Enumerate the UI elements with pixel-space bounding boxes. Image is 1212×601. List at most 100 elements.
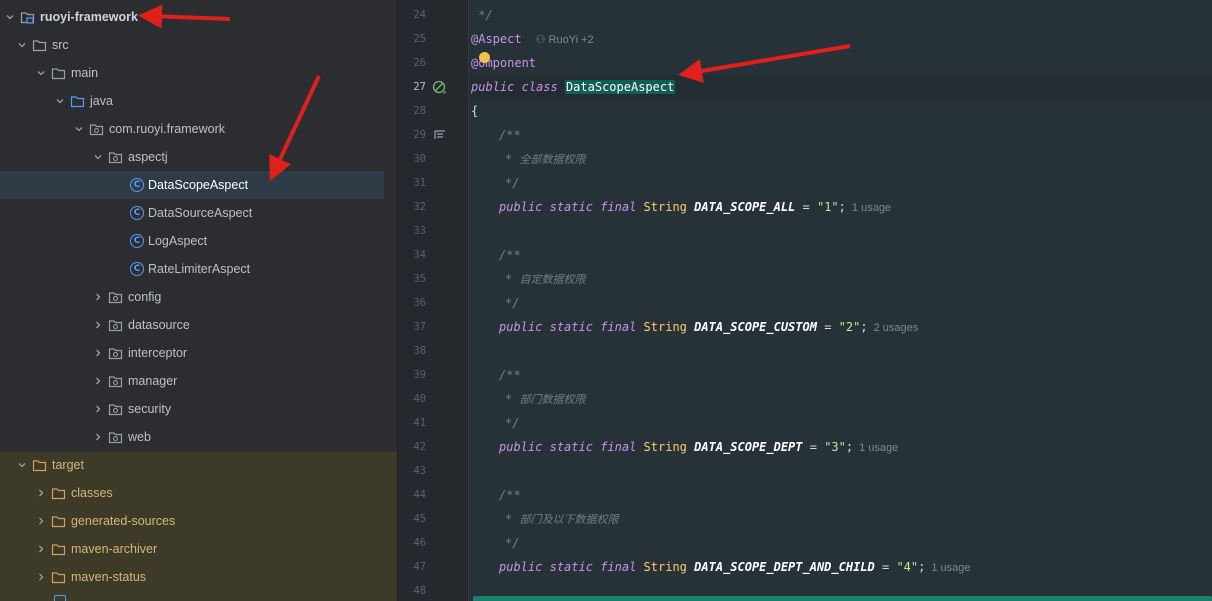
chevron-right-icon[interactable]	[92, 291, 104, 303]
class-icon: C	[130, 178, 144, 192]
package-icon	[108, 402, 123, 417]
code-line-47: public static final String DATA_SCOPE_DE…	[499, 555, 971, 579]
chevron-right-icon[interactable]	[35, 543, 47, 555]
code-line-45: * 部门及以下数据权限	[505, 507, 618, 531]
brace: {	[471, 104, 479, 118]
tree-node-maven-archiver[interactable]: maven-archiver	[0, 535, 397, 563]
line-number: 36	[413, 297, 426, 309]
code-line-46: */	[505, 531, 519, 555]
editor-gutter: 24 25 26 27 28 29 30 31 32 33 34 35 36 3…	[397, 0, 469, 601]
tree-node-web[interactable]: web	[0, 423, 397, 451]
line-number: 34	[413, 249, 426, 261]
folder-label: interceptor	[128, 346, 188, 360]
chevron-right-icon[interactable]	[92, 375, 104, 387]
tree-node-interceptor[interactable]: interceptor	[0, 339, 397, 367]
usage-hint[interactable]: 1 usage	[859, 442, 898, 454]
tree-node-target[interactable]: target	[0, 451, 397, 479]
chevron-right-icon[interactable]	[35, 571, 47, 583]
chevron-right-icon[interactable]	[92, 319, 104, 331]
tree-node-manager[interactable]: manager	[0, 367, 397, 395]
type: String	[643, 440, 687, 454]
chevron-down-icon[interactable]	[92, 151, 104, 163]
tree-node-src[interactable]: src	[0, 31, 397, 59]
usage-hint[interactable]: 2 usages	[874, 322, 919, 334]
package-icon	[108, 346, 123, 361]
type: String	[643, 200, 687, 214]
chevron-right-icon[interactable]	[92, 347, 104, 359]
author-hint[interactable]: ⚇ RuoYi +2	[536, 34, 594, 46]
tree-node-maven-status[interactable]: maven-status	[0, 563, 397, 591]
source-folder-icon	[70, 94, 85, 109]
chevron-right-icon[interactable]	[35, 487, 47, 499]
project-tree: ruoyi-framework src main java com.ruoyi.…	[0, 0, 397, 601]
keyword: final	[600, 320, 637, 334]
doc-comment-text: 部门及以下数据权限	[519, 513, 619, 526]
line-number: 37	[413, 321, 426, 333]
keyword: static	[549, 200, 593, 214]
tree-node-package[interactable]: com.ruoyi.framework	[0, 115, 397, 143]
code-line-31: */	[505, 171, 519, 195]
tree-node-main[interactable]: main	[0, 59, 397, 87]
chevron-down-icon[interactable]	[73, 123, 85, 135]
line-number: 47	[413, 561, 426, 573]
chevron-right-icon[interactable]	[92, 403, 104, 415]
chevron-right-icon[interactable]	[92, 431, 104, 443]
line-number: 30	[413, 153, 426, 165]
implement-gutter-icon[interactable]	[432, 80, 446, 94]
tree-node-datasource[interactable]: datasource	[0, 311, 397, 339]
line-number: 40	[413, 393, 426, 405]
src-label: src	[52, 38, 69, 52]
usage-hint[interactable]: 1 usage	[852, 202, 891, 214]
doc-comment: *	[505, 512, 513, 526]
partial-file-icon	[54, 595, 66, 601]
package-label: com.ruoyi.framework	[109, 122, 225, 136]
constant[interactable]: DATA_SCOPE_DEPT_AND_CHILD	[694, 560, 875, 574]
tree-node-config[interactable]: config	[0, 283, 397, 311]
class-icon: C	[130, 262, 144, 276]
class-name[interactable]: DataScopeAspect	[564, 80, 676, 94]
tree-class-datasourceaspect[interactable]: C DataSourceAspect	[0, 199, 397, 227]
keyword: final	[600, 560, 637, 574]
tree-node-aspectj[interactable]: aspectj	[0, 143, 397, 171]
excluded-folder-icon	[51, 542, 66, 557]
class-label: RateLimiterAspect	[148, 262, 251, 276]
chevron-down-icon[interactable]	[16, 459, 28, 471]
chevron-down-icon[interactable]	[4, 11, 16, 23]
code-editor[interactable]: */ @Aspect ⚇ RuoYi +2 @omponent public cl…	[469, 0, 1212, 601]
line-number: 43	[413, 465, 426, 477]
doc-comment: */	[471, 8, 493, 22]
usage-hint[interactable]: 1 usage	[931, 562, 970, 574]
chevron-down-icon[interactable]	[54, 95, 66, 107]
structure-gutter-icon[interactable]	[434, 128, 446, 140]
tree-node-module[interactable]: ruoyi-framework	[0, 3, 397, 31]
line-number-current: 27	[413, 81, 426, 93]
tree-class-ratelimiteraspect[interactable]: C RateLimiterAspect	[0, 255, 397, 283]
chevron-down-icon[interactable]	[16, 39, 28, 51]
tree-node-target-classes[interactable]: classes	[0, 479, 397, 507]
constant[interactable]: DATA_SCOPE_DEPT	[694, 440, 802, 454]
folder-icon	[32, 38, 47, 53]
excluded-folder-icon	[51, 514, 66, 529]
constant[interactable]: DATA_SCOPE_ALL	[694, 200, 795, 214]
line-number: 25	[413, 33, 426, 45]
tree-class-logaspect[interactable]: C LogAspect	[0, 227, 397, 255]
package-icon	[108, 150, 123, 165]
chevron-right-icon[interactable]	[35, 515, 47, 527]
tree-node-java[interactable]: java	[0, 87, 397, 115]
doc-comment: */	[505, 296, 520, 310]
inline-popup-edge	[473, 596, 1212, 601]
lightbulb-icon[interactable]	[479, 52, 490, 63]
line-number: 32	[413, 201, 426, 213]
constant[interactable]: DATA_SCOPE_CUSTOM	[694, 320, 817, 334]
annotation: @Aspect	[471, 32, 522, 46]
folder-label: maven-archiver	[71, 542, 158, 556]
operator: =	[802, 440, 825, 454]
tree-class-datascopeaspect[interactable]: C DataScopeAspect	[0, 171, 384, 199]
target-label: target	[52, 458, 84, 472]
chevron-down-icon[interactable]	[35, 67, 47, 79]
string-literal: "3"	[824, 440, 846, 454]
line-number: 46	[413, 537, 426, 549]
class-label: DataSourceAspect	[148, 206, 253, 220]
tree-node-security[interactable]: security	[0, 395, 397, 423]
tree-node-generated-sources[interactable]: generated-sources	[0, 507, 397, 535]
